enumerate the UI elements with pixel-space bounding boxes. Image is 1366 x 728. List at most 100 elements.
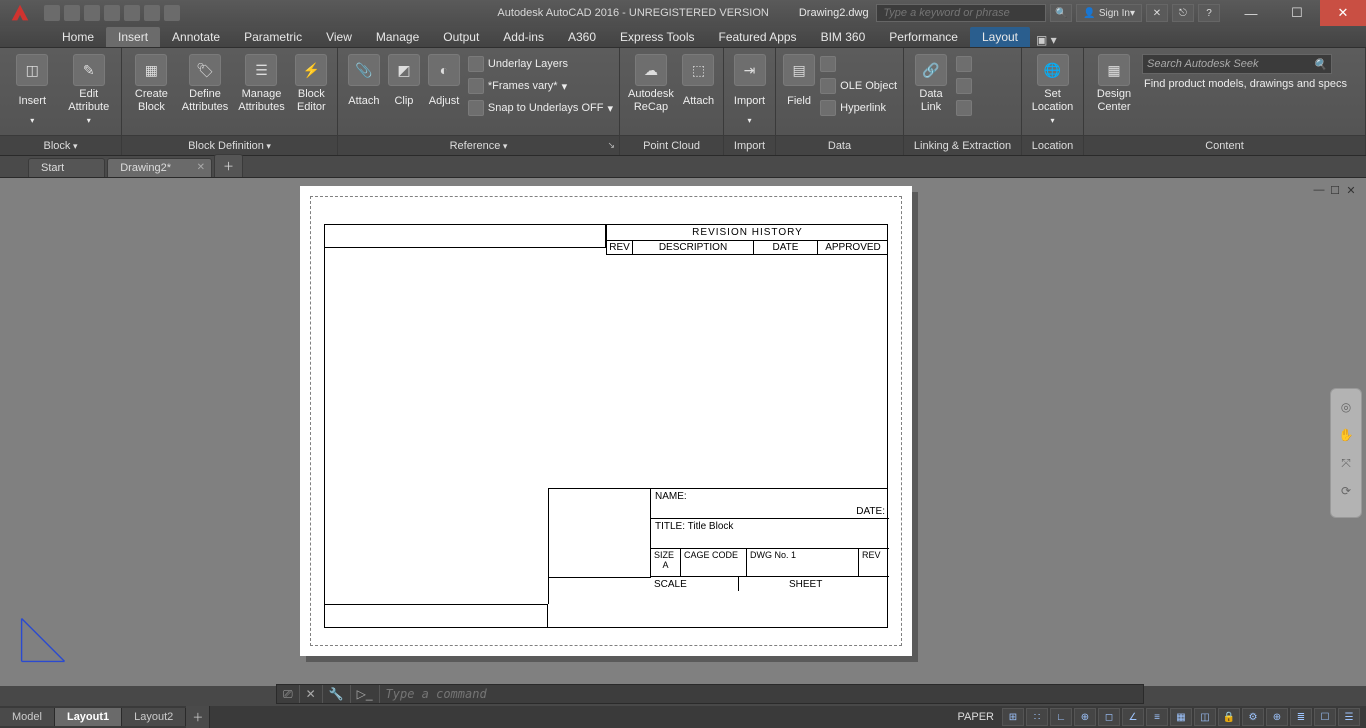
- qat-save-icon[interactable]: [84, 5, 100, 21]
- file-tab-current[interactable]: Drawing2*✕: [107, 158, 212, 177]
- tab-layout[interactable]: Layout: [970, 27, 1030, 47]
- full-nav-wheel-icon[interactable]: ◎: [1336, 397, 1356, 417]
- attach-button[interactable]: 📎Attach: [344, 52, 384, 114]
- block-editor-button[interactable]: ⚡Block Editor: [292, 52, 331, 114]
- seek-search-icon[interactable]: 🔍: [1313, 58, 1327, 71]
- tab-addins[interactable]: Add-ins: [491, 27, 556, 47]
- snap-underlays-button[interactable]: Snap to Underlays OFF ▾: [468, 98, 613, 118]
- file-tab-start[interactable]: Start: [28, 158, 105, 177]
- annotation-monitor-icon[interactable]: ⊕: [1266, 708, 1288, 726]
- vp-max-icon[interactable]: ☐: [1328, 184, 1342, 197]
- tab-manage[interactable]: Manage: [364, 27, 431, 47]
- qat-new-icon[interactable]: [44, 5, 60, 21]
- adjust-button[interactable]: ◐Adjust: [424, 52, 464, 114]
- tab-output[interactable]: Output: [431, 27, 491, 47]
- frames-button[interactable]: *Frames vary* ▾: [468, 76, 613, 96]
- define-attributes-button[interactable]: 🏷Define Attributes: [179, 52, 231, 114]
- pan-icon[interactable]: ✋: [1336, 425, 1356, 445]
- otrack-toggle-icon[interactable]: ∠: [1122, 708, 1144, 726]
- lineweight-toggle-icon[interactable]: ≡: [1146, 708, 1168, 726]
- minimize-button[interactable]: —: [1228, 0, 1274, 26]
- panel-location: 🌐Set Location Location: [1022, 48, 1084, 155]
- units-icon[interactable]: ≣: [1290, 708, 1312, 726]
- tab-insert[interactable]: Insert: [106, 27, 160, 47]
- qat-redo-icon[interactable]: [164, 5, 180, 21]
- selection-cycling-icon[interactable]: ◫: [1194, 708, 1216, 726]
- polar-toggle-icon[interactable]: ⊕: [1074, 708, 1096, 726]
- tab-layout1[interactable]: Layout1: [55, 708, 122, 726]
- app-logo-icon[interactable]: [4, 0, 36, 26]
- underlay-layers-button[interactable]: Underlay Layers: [468, 54, 613, 74]
- design-center-button[interactable]: ▦Design Center: [1090, 52, 1138, 114]
- orbit-icon[interactable]: ⟳: [1336, 481, 1356, 501]
- download-source-button[interactable]: [956, 54, 972, 74]
- command-input[interactable]: [380, 687, 1143, 701]
- tab-model[interactable]: Model: [0, 708, 55, 726]
- drawing-area[interactable]: — ☐ ✕ REVISION HISTORY REV DESCRIPTION D…: [0, 178, 1366, 686]
- qat-undo-icon[interactable]: [144, 5, 160, 21]
- search-icon[interactable]: 🔍: [1050, 4, 1072, 22]
- ucs-icon[interactable]: [16, 611, 72, 672]
- pc-attach-button[interactable]: ⬚Attach: [680, 52, 717, 114]
- insert-button[interactable]: ◫Insert: [6, 52, 59, 125]
- close-button[interactable]: ✕: [1320, 0, 1366, 26]
- tab-parametric[interactable]: Parametric: [232, 27, 314, 47]
- cmd-history-icon[interactable]: ⎚: [277, 685, 300, 703]
- tab-a360[interactable]: A360: [556, 27, 608, 47]
- tab-annotate[interactable]: Annotate: [160, 27, 232, 47]
- quick-properties-icon[interactable]: ☐: [1314, 708, 1336, 726]
- sign-in-button[interactable]: 👤 Sign In ▾: [1076, 4, 1142, 22]
- vp-close-icon[interactable]: ✕: [1344, 184, 1358, 197]
- ole-object-button[interactable]: OLE Object: [820, 76, 897, 96]
- recap-button[interactable]: ☁Autodesk ReCap: [626, 52, 676, 114]
- import-button[interactable]: ⇥Import: [730, 52, 769, 125]
- zoom-extents-icon[interactable]: ⤧: [1336, 453, 1356, 473]
- grid-toggle-icon[interactable]: ⊞: [1002, 708, 1024, 726]
- tab-bim360[interactable]: BIM 360: [809, 27, 878, 47]
- help-icon[interactable]: ?: [1198, 4, 1220, 22]
- tab-performance[interactable]: Performance: [877, 27, 970, 47]
- reference-expand-icon[interactable]: ↘: [607, 140, 615, 151]
- cmd-close-icon[interactable]: ✕: [300, 685, 323, 703]
- tab-view[interactable]: View: [314, 27, 364, 47]
- snap-toggle-icon[interactable]: ∷: [1026, 708, 1048, 726]
- tab-express[interactable]: Express Tools: [608, 27, 706, 47]
- seek-search-input[interactable]: Search Autodesk Seek🔍: [1142, 54, 1332, 74]
- create-block-button[interactable]: ▦Create Block: [128, 52, 175, 114]
- maximize-button[interactable]: ☐: [1274, 0, 1320, 26]
- vp-min-icon[interactable]: —: [1312, 184, 1326, 197]
- workspace-switch-icon[interactable]: ⚙: [1242, 708, 1264, 726]
- clip-button[interactable]: ◩Clip: [388, 52, 420, 114]
- new-tab-button[interactable]: ＋: [214, 154, 243, 177]
- cmd-customize-icon[interactable]: 🔧: [323, 685, 351, 703]
- edit-attribute-button[interactable]: ✎Edit Attribute: [63, 52, 116, 125]
- add-layout-button[interactable]: ＋: [186, 706, 210, 728]
- hyperlink-button[interactable]: Hyperlink: [820, 98, 897, 118]
- paper-sheet: REVISION HISTORY REV DESCRIPTION DATE AP…: [300, 186, 918, 662]
- upload-source-button[interactable]: [956, 76, 972, 96]
- annotation-scale-icon[interactable]: 🔒: [1218, 708, 1240, 726]
- tab-options-icon[interactable]: ▣ ▾: [1036, 33, 1057, 47]
- extract-data-button[interactable]: [956, 98, 972, 118]
- keyword-search-input[interactable]: [876, 4, 1046, 22]
- tab-layout2[interactable]: Layout2: [122, 708, 186, 726]
- tab-home[interactable]: Home: [50, 27, 106, 47]
- field-button[interactable]: ▤Field: [782, 52, 816, 114]
- qat-open-icon[interactable]: [64, 5, 80, 21]
- osnap-toggle-icon[interactable]: ◻: [1098, 708, 1120, 726]
- stayconnected-icon[interactable]: ⎋: [1172, 4, 1194, 22]
- transparency-toggle-icon[interactable]: ▦: [1170, 708, 1192, 726]
- set-location-button[interactable]: 🌐Set Location: [1028, 52, 1077, 125]
- manage-attributes-button[interactable]: ☰Manage Attributes: [235, 52, 287, 114]
- infocenter: 🔍 👤 Sign In ▾ ✕ ⎋ ?: [876, 4, 1220, 22]
- qat-plot-icon[interactable]: [124, 5, 140, 21]
- space-indicator[interactable]: PAPER: [952, 711, 1000, 723]
- data-link-button[interactable]: 🔗Data Link: [910, 52, 952, 114]
- ortho-toggle-icon[interactable]: ∟: [1050, 708, 1072, 726]
- exchange-icon[interactable]: ✕: [1146, 4, 1168, 22]
- close-tab-icon[interactable]: ✕: [197, 162, 205, 173]
- customization-icon[interactable]: ☰: [1338, 708, 1360, 726]
- update-fields-button[interactable]: [820, 54, 897, 74]
- tab-featured[interactable]: Featured Apps: [707, 27, 809, 47]
- qat-saveas-icon[interactable]: [104, 5, 120, 21]
